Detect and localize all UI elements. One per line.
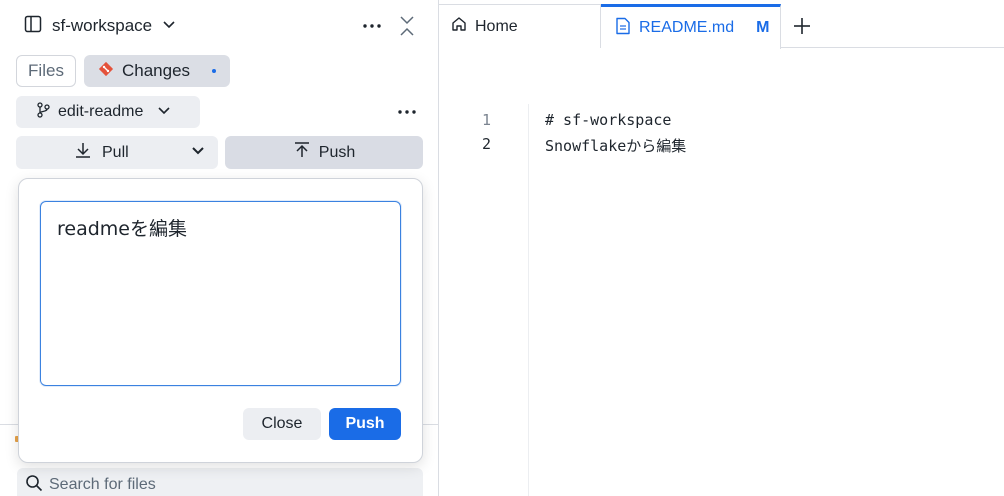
commit-message-input[interactable]: readmeを編集 [40,201,401,386]
gutter-divider [528,104,529,496]
editor-panel: Home README.md M 1 2 # sf-workspace Snow… [439,0,1004,496]
workspace-name: sf-workspace [52,16,153,35]
upload-icon [293,141,311,164]
search-icon [25,474,43,496]
sidebar-panel: sf-workspace Files Changes edit-readme P… [0,0,439,496]
commit-popover: readmeを編集 Close Push [18,178,423,463]
branch-more-icon[interactable] [394,98,420,126]
file-icon [615,17,631,40]
tab-changes[interactable]: Changes [84,55,230,87]
branch-name: edit-readme [58,103,144,120]
tab-readme-label: README.md [639,19,735,36]
tab-home[interactable]: Home [439,4,601,48]
changes-indicator-dot [212,69,217,73]
code-line[interactable]: # sf-workspace [545,111,671,129]
search-input[interactable]: Search for files [49,476,156,494]
close-button[interactable]: Close [243,408,321,440]
workspace-selector[interactable]: sf-workspace [24,12,176,40]
pull-label: Pull [102,143,129,161]
push-label: Push [318,143,356,161]
collapse-icon[interactable] [396,12,418,40]
modified-badge: M [756,19,770,36]
tab-home-label: Home [475,17,518,35]
push-button[interactable]: Push [225,136,423,169]
tab-readme[interactable]: README.md M [601,4,781,49]
branch-icon [36,101,50,123]
commit-push-button[interactable]: Push [329,408,401,440]
home-icon [451,16,467,37]
tab-files-label: Files [28,61,64,80]
chevron-down-icon [157,103,171,122]
more-options-icon[interactable] [360,12,384,40]
sidebar-toggle-icon[interactable] [24,15,42,38]
branch-selector[interactable]: edit-readme [16,96,200,128]
tab-changes-label: Changes [122,61,191,80]
git-icon [98,61,114,82]
chevron-down-icon [162,17,176,36]
pull-button[interactable]: Pull [16,136,218,169]
download-icon [74,141,92,164]
tab-files[interactable]: Files [16,55,76,87]
line-number: 2 [481,135,491,153]
code-line[interactable]: Snowflakeから編集 [545,135,686,156]
file-search[interactable]: Search for files [17,468,423,496]
add-tab-icon[interactable] [789,12,815,40]
line-number: 1 [481,111,491,129]
chevron-down-icon[interactable] [190,142,206,163]
